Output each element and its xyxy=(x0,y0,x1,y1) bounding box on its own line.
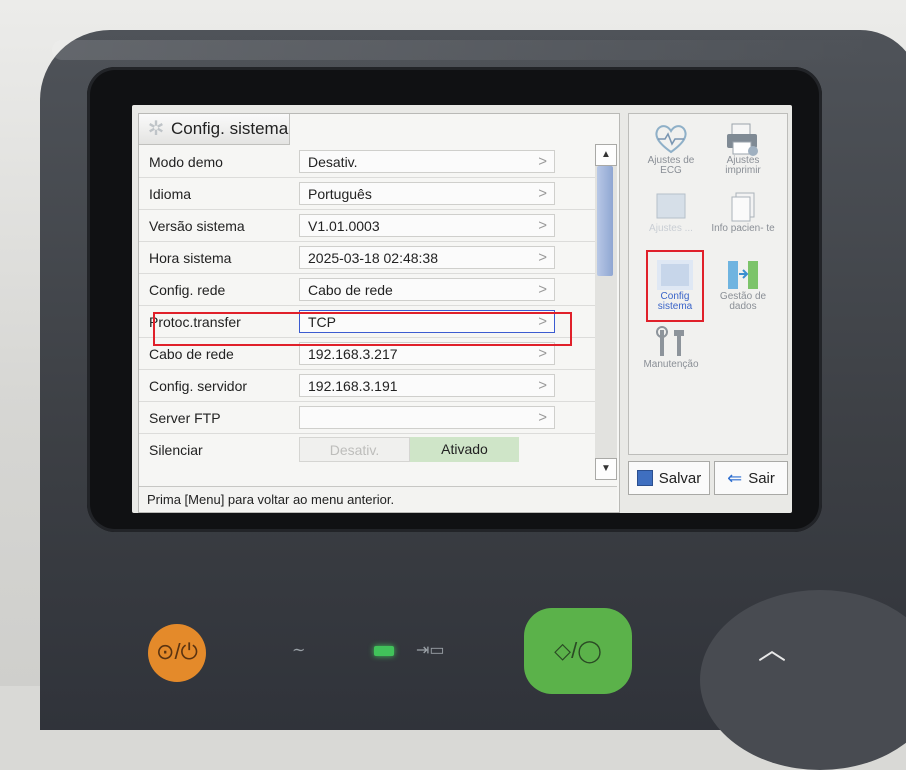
setting-value: Cabo de rede xyxy=(308,282,393,298)
scrollbar-thumb[interactable] xyxy=(597,166,613,276)
tile-label: Gestão de dados xyxy=(719,291,767,312)
setting-row-network-config[interactable]: Config. rede Cabo de rede > xyxy=(139,274,595,306)
exit-button[interactable]: ⇐ Sair xyxy=(714,461,788,495)
status-bar: Prima [Menu] para voltar ao menu anterio… xyxy=(139,486,617,511)
wrench-tools-icon xyxy=(651,326,691,360)
setting-row-server-config[interactable]: Config. servidor 192.168.3.191 > xyxy=(139,370,595,402)
settings-list: Modo demo Desativ. > Idioma Português > Ve… xyxy=(139,146,595,465)
device-screen: ✲ Config. sistema Modo demo Desativ. > Id… xyxy=(132,105,792,513)
device-shine xyxy=(52,40,882,60)
tile-patient-info[interactable]: Info pacien- te xyxy=(711,190,775,234)
tile-maintenance[interactable]: Manutenção xyxy=(639,326,703,370)
up-arrow-button[interactable]: ︿ xyxy=(758,628,786,668)
screen-icon xyxy=(651,190,691,224)
setting-label: Server FTP xyxy=(149,410,221,426)
ac-power-indicator-icon: ∼ xyxy=(292,642,306,659)
setting-value: Português xyxy=(308,186,372,202)
setting-label: Versão sistema xyxy=(149,218,245,234)
save-button-label: Salvar xyxy=(658,469,702,487)
toggle-option-off[interactable]: Desativ. xyxy=(299,437,410,462)
setting-value-field[interactable]: Português > xyxy=(299,182,555,205)
chevron-right-icon: > xyxy=(538,217,547,234)
printer-icon xyxy=(723,122,763,156)
battery-led-icon xyxy=(374,646,394,656)
setting-row-system-version[interactable]: Versão sistema V1.01.0003 > xyxy=(139,210,595,242)
system-config-panel: ✲ Config. sistema Modo demo Desativ. > Id… xyxy=(138,113,620,513)
chevron-right-icon: > xyxy=(538,281,547,298)
setting-value-field[interactable]: 192.168.3.191 > xyxy=(299,374,555,397)
setting-row-system-time[interactable]: Hora sistema 2025-03-18 02:48:38 > xyxy=(139,242,595,274)
chevron-right-icon: > xyxy=(538,185,547,202)
chevron-right-icon: > xyxy=(538,345,547,362)
setting-label: Cabo de rede xyxy=(149,346,234,362)
setting-row-language[interactable]: Idioma Português > xyxy=(139,178,595,210)
setting-value: Desativ. xyxy=(308,154,358,170)
tile-data-management[interactable]: Gestão de dados xyxy=(711,258,775,312)
tile-label: Ajustes ... xyxy=(649,223,693,234)
highlight-box-protocol-row xyxy=(153,312,572,346)
tile-label: Ajustes imprimir xyxy=(725,155,761,176)
patient-document-icon xyxy=(723,190,763,224)
toggle-option-on[interactable]: Ativado xyxy=(410,437,519,462)
mute-toggle[interactable]: Desativ. Ativado xyxy=(299,437,519,462)
ecg-heart-icon xyxy=(651,122,691,156)
panel-title: Config. sistema xyxy=(171,119,289,138)
setting-value: 2025-03-18 02:48:38 xyxy=(308,250,438,266)
setting-value-field[interactable]: V1.01.0003 > xyxy=(299,214,555,237)
power-button[interactable]: ⊙/⏻ xyxy=(148,624,206,682)
battery-charge-icon: ⇥▭ xyxy=(416,642,445,659)
tile-print-settings[interactable]: Ajustes imprimir xyxy=(711,122,775,176)
setting-value-field[interactable]: Cabo de rede > xyxy=(299,278,555,301)
setting-label: Modo demo xyxy=(149,154,223,170)
gear-icon: ✲ xyxy=(147,118,165,140)
status-text: Prima [Menu] para voltar ao menu anterio… xyxy=(147,492,395,507)
scroll-down-button[interactable]: ▼ xyxy=(595,458,617,480)
setting-label: Idioma xyxy=(149,186,192,202)
exit-button-label: Sair xyxy=(748,469,775,487)
setting-value: 192.168.3.217 xyxy=(308,346,398,362)
setting-row-mute: Silenciar Desativ. Ativado xyxy=(139,434,595,465)
setting-value: V1.01.0003 xyxy=(308,218,380,234)
start-stop-button[interactable]: ◇/◯ xyxy=(524,608,632,694)
data-management-icon xyxy=(723,258,763,292)
setting-label: Config. servidor xyxy=(149,378,248,394)
scrollbar[interactable]: ▲ ▼ xyxy=(595,144,617,480)
setting-row-demo-mode[interactable]: Modo demo Desativ. > xyxy=(139,146,595,178)
tile-label: Info pacien- te xyxy=(711,223,775,234)
scroll-up-button[interactable]: ▲ xyxy=(595,144,617,166)
setting-label: Silenciar xyxy=(149,442,203,458)
tile-label: Manutenção xyxy=(643,359,699,370)
chevron-right-icon: > xyxy=(538,409,547,426)
panel-title-tab: ✲ Config. sistema xyxy=(139,114,290,145)
save-button[interactable]: Salvar xyxy=(628,461,710,495)
chevron-right-icon: > xyxy=(538,377,547,394)
setting-row-ftp-server[interactable]: Server FTP > xyxy=(139,402,595,434)
highlight-box-system-config xyxy=(646,250,704,322)
back-arrow-icon: ⇐ xyxy=(727,467,743,488)
tile-ecg-settings[interactable]: Ajustes de ECG xyxy=(639,122,703,176)
save-icon xyxy=(636,470,653,486)
setting-label: Config. rede xyxy=(149,282,226,298)
setting-value-field[interactable]: > xyxy=(299,406,555,429)
tile-display-settings[interactable]: Ajustes ... xyxy=(639,190,703,234)
chevron-right-icon: > xyxy=(538,153,547,170)
setting-value: 192.168.3.191 xyxy=(308,378,398,394)
chevron-right-icon: > xyxy=(538,249,547,266)
setting-label: Hora sistema xyxy=(149,250,232,266)
side-menu: Ajustes de ECG Ajustes imprimir Ajustes … xyxy=(628,113,788,455)
setting-value-field[interactable]: 2025-03-18 02:48:38 > xyxy=(299,246,555,269)
tile-label: Ajustes de ECG xyxy=(647,155,695,176)
setting-value-field[interactable]: Desativ. > xyxy=(299,150,555,173)
